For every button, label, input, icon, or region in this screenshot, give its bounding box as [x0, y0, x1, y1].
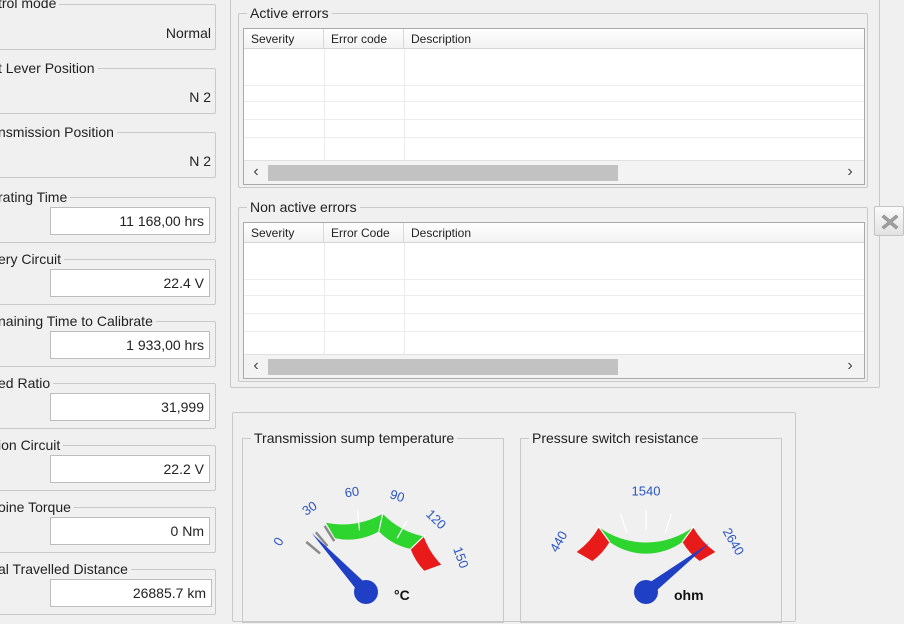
temperature-gauge: 0 30 60 90 120150 °C — [270, 483, 472, 604]
gauge-hub — [634, 580, 658, 604]
gauge-tick-label: 30 — [299, 498, 319, 519]
operating-time-label: rating Time — [0, 189, 71, 206]
active-errors-hscroll[interactable]: ‹ › — [244, 160, 864, 184]
grid-col-line — [404, 243, 405, 356]
gauge-unit: ohm — [674, 587, 704, 603]
travelled-distance-label: al Travelled Distance — [0, 561, 131, 578]
gauge-hub — [354, 580, 378, 604]
non-active-errors-group: Non active errors Severity Error Code De… — [238, 199, 868, 382]
battery-circuit-field[interactable]: 22.4 V — [50, 269, 210, 297]
column-error-code[interactable]: Error code — [324, 29, 404, 49]
column-severity[interactable]: Severity — [244, 29, 324, 49]
gauge-tick-label: 90 — [388, 487, 406, 506]
non-active-errors-hscroll[interactable]: ‹ › — [244, 354, 864, 378]
gauge-tick-label: 150 — [450, 545, 472, 571]
grid-row-line — [244, 331, 864, 332]
ignition-circuit-field[interactable]: 22.2 V — [50, 455, 210, 483]
turbine-torque-field[interactable]: 0 Nm — [50, 517, 210, 545]
battery-circuit-label: ery Circuit — [0, 251, 65, 268]
scroll-left-icon[interactable]: ‹ — [246, 163, 266, 181]
gauge-ok-band — [598, 527, 694, 554]
control-mode-value: Normal — [165, 25, 211, 41]
scroll-right-icon[interactable]: › — [840, 357, 860, 375]
active-errors-header: Severity Error code Description — [244, 29, 864, 49]
transmission-position-group: nsmission Position N 2 — [0, 124, 216, 178]
turbine-torque-label: oine Torque — [0, 499, 74, 516]
column-severity[interactable]: Severity — [244, 223, 324, 243]
gauge-unit: °C — [394, 587, 410, 603]
gauge-tick-label: 440 — [547, 528, 571, 554]
gauge-ok-band — [326, 513, 383, 540]
transmission-position-value: N 2 — [189, 153, 211, 169]
active-errors-group: Active errors Severity Error code Descri… — [238, 5, 868, 188]
shift-lever-position-label: t Lever Position — [0, 60, 98, 77]
clear-x-icon — [881, 214, 899, 230]
control-mode-group: trol mode Normal — [0, 0, 216, 50]
gauge-tick-label: 120 — [423, 506, 449, 532]
pressure-gauge: 440 1540 2640 ohm — [547, 483, 747, 604]
grid-row-line — [244, 137, 864, 138]
active-errors-table[interactable]: Severity Error code Description ‹ › — [243, 28, 865, 185]
grid-col-line — [324, 49, 325, 162]
grid-row-line — [244, 313, 864, 314]
grid-row-line — [244, 279, 864, 280]
grid-row-line — [244, 85, 864, 86]
scroll-right-icon[interactable]: › — [840, 163, 860, 181]
temperature-gauge-group: Transmission sump temperature 0 30 60 90 120… — [242, 430, 504, 623]
non-active-errors-header: Severity Error Code Description — [244, 223, 864, 243]
non-active-errors-title: Non active errors — [247, 199, 360, 216]
travelled-distance-field[interactable]: 26885.7 km — [50, 579, 212, 607]
remaining-time-label: naining Time to Calibrate — [0, 313, 156, 330]
control-mode-label: trol mode — [0, 0, 60, 12]
scroll-thumb[interactable] — [268, 359, 618, 375]
gauge-tick-label: 0 — [270, 535, 287, 549]
gauge-tick-label: 2640 — [720, 525, 747, 558]
ignition-circuit-label: ion Circuit — [0, 437, 64, 454]
speed-ratio-label: ed Ratio — [0, 375, 54, 392]
transmission-position-label: nsmission Position — [0, 124, 117, 141]
shift-lever-position-group: t Lever Position N 2 — [0, 60, 216, 114]
gauge-separator — [620, 513, 628, 534]
non-active-errors-table[interactable]: Severity Error Code Description ‹ › — [243, 222, 865, 379]
remaining-time-field[interactable]: 1 933,00 hrs — [50, 331, 210, 359]
clear-errors-button[interactable] — [874, 206, 904, 236]
column-error-code[interactable]: Error Code — [324, 223, 404, 243]
gauge-tick-label: 1540 — [632, 483, 661, 498]
column-description[interactable]: Description — [404, 29, 864, 49]
shift-lever-position-value: N 2 — [189, 89, 211, 105]
scroll-left-icon[interactable]: ‹ — [246, 357, 266, 375]
operating-time-field[interactable]: 11 168,00 hrs — [50, 207, 210, 235]
active-errors-title: Active errors — [247, 5, 332, 22]
column-description[interactable]: Description — [404, 223, 864, 243]
grid-row-line — [244, 295, 864, 296]
gauge-separator — [664, 513, 672, 534]
scroll-thumb[interactable] — [268, 165, 618, 181]
speed-ratio-field[interactable]: 31,999 — [50, 393, 210, 421]
grid-row-line — [244, 101, 864, 102]
pressure-gauge-group: Pressure switch resistance 440 1540 2640 oh… — [520, 430, 782, 623]
grid-row-line — [244, 119, 864, 120]
grid-col-line — [404, 49, 405, 162]
gauge-tick-label: 60 — [344, 483, 360, 500]
grid-col-line — [324, 243, 325, 356]
gauge-tick — [305, 540, 321, 555]
